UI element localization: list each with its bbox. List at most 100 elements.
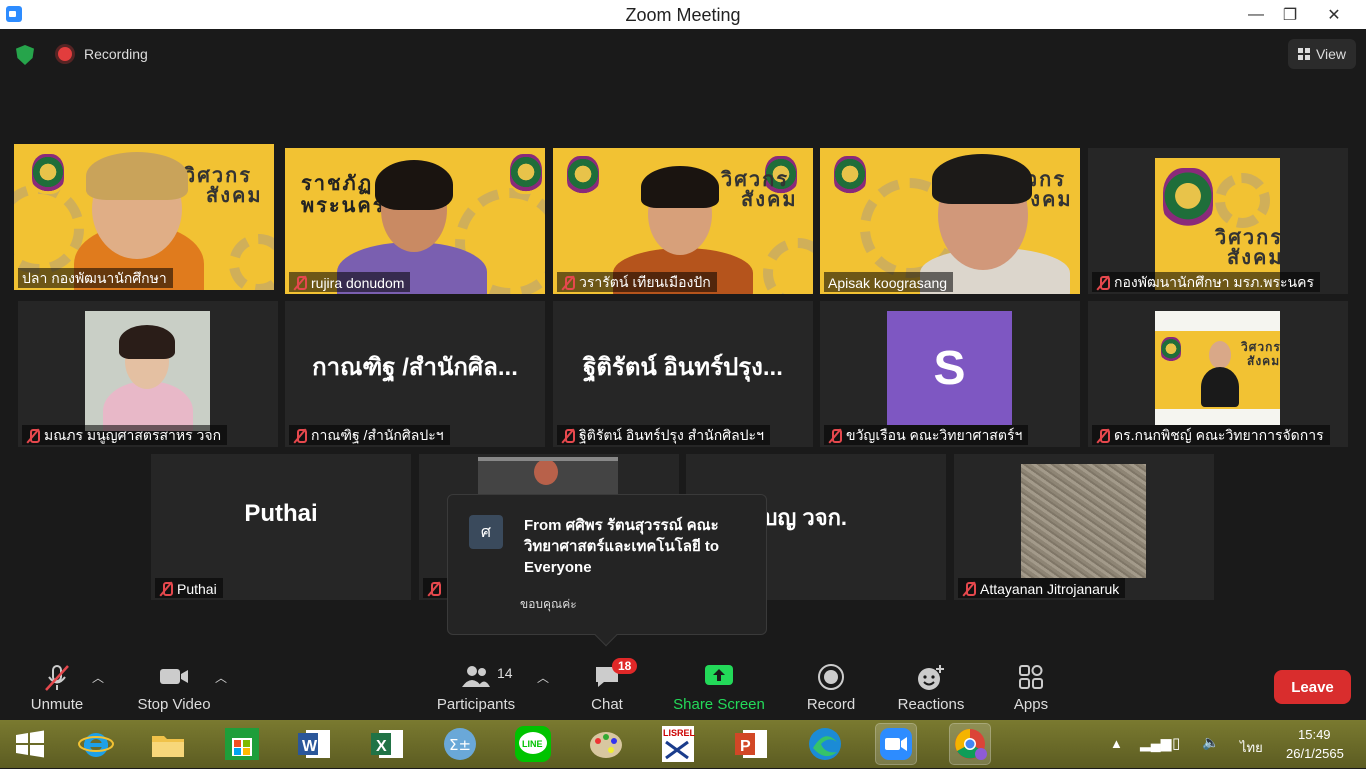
video-options-caret-icon[interactable]: ︿ [215,669,227,685]
video-tile[interactable]: มณภร มนูญศาสตรสาหร วจก [18,301,278,447]
word-icon[interactable]: W [294,724,334,764]
close-button[interactable]: ✕ [1314,0,1354,29]
participants-count: 14 [497,665,513,681]
participant-name: มณภร มนูญศาสตรสาหร วจก [22,425,228,445]
university-logo [1161,337,1181,363]
meeting-area: Recording View วิศวกร สังคม ปลา กองพัฒนา… [0,29,1366,720]
powerpoint-icon[interactable]: P [731,724,771,764]
participant-name: Puthai [155,578,223,598]
apps-icon [1019,665,1043,689]
unmute-button[interactable]: Unmute [22,655,92,720]
participant-name: ฐิติรัตน์ อินทร์ปรุง สำนักศิลปะฯ [557,425,770,445]
svg-text:X: X [376,738,387,755]
participant-display-name: กาณฑิฐ /สำนักศิล... [312,354,518,381]
video-tile[interactable]: วิศวกร สังคม Apisak koograsang [820,148,1080,294]
math-input-icon[interactable]: Σ± [440,724,480,764]
participant-name: วรารัตน์ เทียนเมืองปัก [557,272,717,292]
share-screen-icon [705,665,733,685]
muted-mic-icon [293,428,307,444]
windows-start-icon[interactable] [10,724,50,764]
participants-button[interactable]: 14 Participants [436,655,516,720]
participant-name: กองพัฒนานักศึกษา มรภ.พระนคร [1092,272,1321,292]
muted-mic-icon [962,581,976,597]
video-tile[interactable]: วิศวกร สังคม วรารัตน์ เทียนเมืองปัก [553,148,813,294]
chat-sender: From ศศิพร รัตนสุวรรณ์ คณะวิทยาศาสตร์และ… [524,517,720,576]
leave-button[interactable]: Leave [1274,670,1351,704]
zoom-taskbar-icon[interactable] [875,723,917,765]
internet-explorer-icon[interactable] [76,724,116,764]
record-icon [818,664,844,690]
muted-mic-icon [828,428,842,444]
chat-notification-popup[interactable]: ศ From ศศิพร รัตนสุวรรณ์ คณะวิทยาศาสตร์แ… [447,494,767,647]
svg-text:W: W [302,738,318,755]
university-logo [510,154,542,194]
participant-avatar: S [887,311,1012,425]
excel-icon[interactable]: X [367,724,407,764]
view-button[interactable]: View [1288,39,1356,69]
security-shield-icon[interactable] [16,45,34,65]
video-tile[interactable]: Attayanan Jitrojanaruk [954,454,1214,600]
meeting-toolbar: Unmute ︿ Stop Video ︿ 14 Participants ︿ … [0,655,1366,720]
clock-date[interactable]: 26/1/2565 [1286,746,1344,761]
record-button[interactable]: Record [800,655,862,720]
apps-button[interactable]: Apps [1006,655,1056,720]
reactions-smiley-icon [918,665,944,690]
muted-mic-icon [561,275,575,291]
muted-mic-icon [427,581,441,597]
share-screen-button[interactable]: Share Screen [672,655,766,720]
muted-mic-icon [293,275,307,291]
video-camera-icon [160,669,188,684]
svg-text:P: P [740,738,751,755]
svg-text:LISREL: LISREL [663,728,696,738]
muted-mic-icon [159,581,173,597]
participant-name: Attayanan Jitrojanaruk [958,578,1126,598]
muted-microphone-icon [45,665,69,691]
audio-options-caret-icon[interactable]: ︿ [92,669,104,685]
video-tile[interactable]: ฐิติรัตน์ อินทร์ปรุง... ฐิติรัตน์ อินทร์… [553,301,813,447]
grid-icon [1297,48,1310,60]
university-logo [567,156,599,196]
volume-muted-icon[interactable]: 🔈 [1202,734,1219,751]
chat-unread-badge: 18 [612,658,638,674]
participant-display-name: Puthai [244,500,318,527]
video-tile[interactable]: Puthai Puthai [151,454,411,600]
clock-time[interactable]: 15:49 [1298,727,1331,742]
recording-dot-icon [58,47,72,61]
video-tile[interactable]: S ขวัญเรือน คณะวิทยาศาสตร์ฯ [820,301,1080,447]
university-logo [834,156,866,196]
muted-mic-icon [561,428,575,444]
tray-expand-icon[interactable]: ▲ [1110,736,1123,751]
title-bar: Zoom Meeting — ❐ ✕ [0,0,1366,29]
university-logo [32,154,64,194]
video-tile[interactable]: วิศวกร สังคม ปลา กองพัฒนานักศึกษา [14,144,274,290]
battery-icon[interactable]: ▯ [1172,734,1180,752]
video-tile[interactable]: วิศวกร สังคม ดร.กนกพิชญ์ คณะวิทยาการจัดก… [1088,301,1348,447]
maximize-button[interactable]: ❐ [1270,0,1310,29]
paint-icon[interactable] [586,724,626,764]
recording-label: Recording [84,46,148,62]
windows-taskbar: W X Σ± LINE LISREL P ▲ ▂▄▆ ▯ 🔈 ไทย 15:49… [0,720,1366,768]
view-label: View [1315,46,1347,62]
window-title: Zoom Meeting [625,5,741,25]
chrome-icon[interactable] [949,723,991,765]
reactions-button[interactable]: Reactions [895,655,967,720]
svg-text:LINE: LINE [522,739,543,749]
lisrel-icon[interactable]: LISREL [658,724,698,764]
video-tile[interactable]: ราชภัฏ พระนคร rujira donudom [285,148,545,294]
svg-text:Σ±: Σ± [449,736,471,754]
input-language[interactable]: ไทย [1240,737,1263,758]
sender-avatar: ศ [469,515,503,549]
edge-icon[interactable] [805,724,845,764]
video-tile[interactable]: กาณฑิฐ /สำนักศิล... กาณฑิฐ /สำนักศิลปะฯ [285,301,545,447]
participants-options-caret-icon[interactable]: ︿ [537,669,549,685]
participant-name: Apisak koograsang [824,272,954,292]
video-tile[interactable]: วิศวกร สังคม กองพัฒนานักศึกษา มรภ.พระนคร [1088,148,1348,294]
network-signal-icon[interactable]: ▂▄▆ [1140,735,1171,752]
store-icon[interactable] [222,724,262,764]
file-explorer-icon[interactable] [148,724,188,764]
chat-message: ขอบคุณค่ะ [520,597,577,611]
participant-display-name: ฐิติรัตน์ อินทร์ปรุง... [583,354,783,381]
line-app-icon[interactable]: LINE [513,724,553,764]
stop-video-button[interactable]: Stop Video [134,655,214,720]
muted-mic-icon [1096,428,1110,444]
